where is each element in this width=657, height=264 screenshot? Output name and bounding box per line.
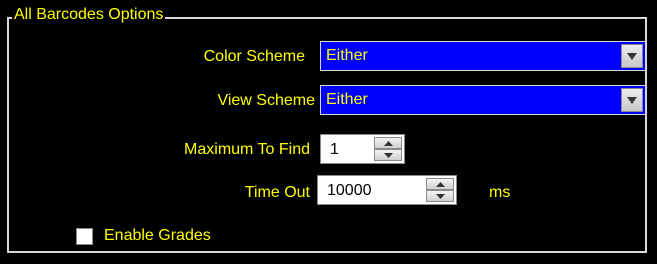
time-out-stepper[interactable]: 10000 [317, 175, 457, 205]
view-scheme-label: View Scheme [217, 92, 315, 109]
maximum-to-find-decrement[interactable] [374, 149, 402, 161]
time-out-label: Time Out [244, 184, 310, 201]
enable-grades-checkbox[interactable] [76, 228, 93, 245]
arrow-up-icon [436, 182, 445, 187]
chevron-down-icon [627, 53, 637, 60]
chevron-down-icon [627, 97, 637, 104]
enable-grades-label[interactable]: Enable Grades [104, 226, 211, 246]
arrow-down-icon [436, 194, 445, 199]
view-scheme-select[interactable]: Either [320, 85, 646, 115]
view-scheme-dropdown-button[interactable] [621, 88, 643, 112]
time-out-value: 10000 [327, 182, 372, 199]
maximum-to-find-stepper[interactable]: 1 [320, 134, 405, 164]
view-scheme-value: Either [326, 91, 368, 108]
maximum-to-find-label: Maximum To Find [184, 141, 310, 158]
time-out-decrement[interactable] [426, 190, 454, 202]
time-out-increment[interactable] [426, 178, 454, 190]
group-title: All Barcodes Options [12, 5, 166, 25]
maximum-to-find-increment[interactable] [374, 137, 402, 149]
arrow-up-icon [384, 141, 393, 146]
color-scheme-dropdown-button[interactable] [621, 44, 643, 68]
maximum-to-find-value: 1 [330, 141, 339, 158]
color-scheme-label: Color Scheme [203, 48, 305, 65]
color-scheme-value: Either [326, 47, 368, 64]
time-out-unit: ms [489, 184, 511, 201]
arrow-down-icon [384, 153, 393, 158]
color-scheme-select[interactable]: Either [320, 41, 646, 71]
